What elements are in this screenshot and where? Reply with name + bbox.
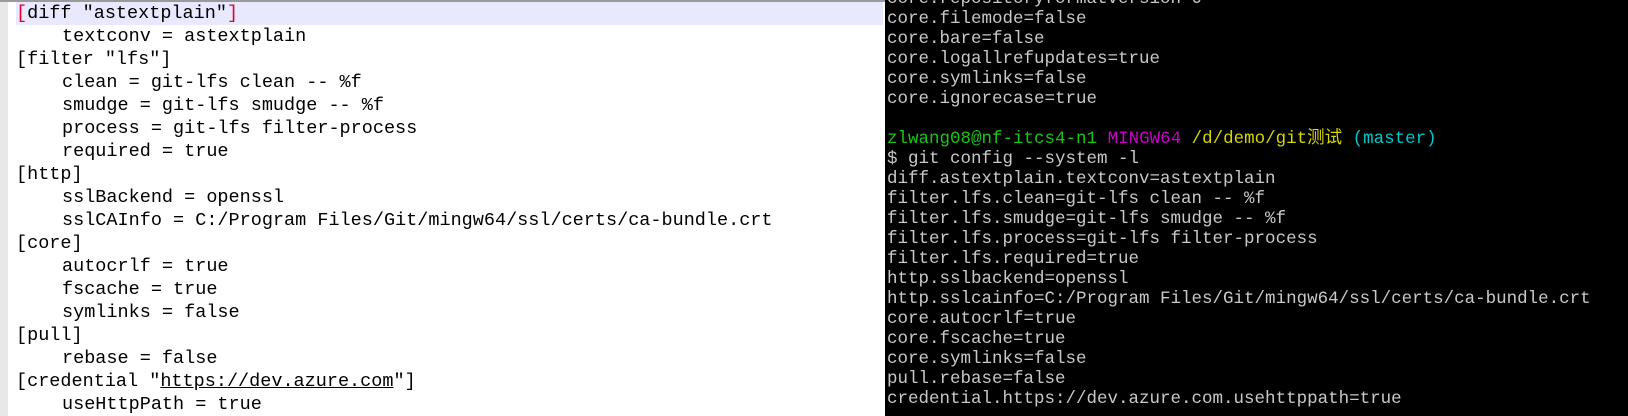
config-entry[interactable]: sslCAInfo = C:/Program Files/Git/mingw64… xyxy=(16,209,883,232)
text-editor[interactable]: [diff "astextplain"] textconv = astextpl… xyxy=(0,2,883,416)
terminal-window[interactable]: core.repositoryformatversion=0 core.file… xyxy=(885,0,1628,416)
terminal-line: pull.rebase=false xyxy=(887,369,1066,389)
terminal-output: core.repositoryformatversion=0 core.file… xyxy=(885,0,1591,409)
terminal-line: core.symlinks=false xyxy=(887,69,1087,89)
terminal-line: core.filemode=false xyxy=(887,9,1087,29)
terminal-line: core.repositoryformatversion=0 xyxy=(887,0,1591,9)
terminal-line: filter.lfs.required=true xyxy=(887,249,1140,269)
terminal-line: filter.lfs.clean=git-lfs clean -- %f xyxy=(887,189,1266,209)
terminal-line: credential.https://dev.azure.com.usehttp… xyxy=(887,389,1402,409)
terminal-line: filter.lfs.process=git-lfs filter-proces… xyxy=(887,229,1318,249)
bracket-match-close: ] xyxy=(226,3,239,24)
prompt-env: MINGW64 xyxy=(1107,129,1182,149)
config-entry[interactable]: required = true xyxy=(16,140,883,163)
config-entry[interactable]: textconv = astextplain xyxy=(16,25,883,48)
terminal-line: core.symlinks=false xyxy=(887,349,1087,369)
section-header[interactable]: [filter "lfs"] xyxy=(16,48,883,71)
config-entry[interactable]: sslBackend = openssl xyxy=(16,186,883,209)
editor-lines: [diff "astextplain"] textconv = astextpl… xyxy=(16,2,883,416)
config-entry[interactable]: clean = git-lfs clean -- %f xyxy=(16,71,883,94)
config-entry[interactable]: autocrlf = true xyxy=(16,255,883,278)
section-header[interactable]: [pull] xyxy=(16,324,883,347)
terminal-line: core.bare=false xyxy=(887,29,1045,49)
terminal-line: core.fscache=true xyxy=(887,329,1066,349)
bracket-match-open: [ xyxy=(16,3,28,24)
config-entry[interactable]: rebase = false xyxy=(16,347,883,370)
terminal-command: $ git config --system -l xyxy=(887,149,1140,169)
section-header[interactable]: [http] xyxy=(16,163,883,186)
config-entry[interactable]: symlinks = false xyxy=(16,301,883,324)
screen: [diff "astextplain"] textconv = astextpl… xyxy=(0,0,1628,416)
terminal-line: core.ignorecase=true xyxy=(887,89,1098,109)
config-entry[interactable]: fscache = true xyxy=(16,278,883,301)
url-link[interactable]: https://dev.azure.com xyxy=(160,371,393,392)
terminal-line: http.sslcainfo=C:/Program Files/Git/ming… xyxy=(887,289,1591,309)
terminal-line: http.sslbackend=openssl xyxy=(887,269,1129,289)
section-header[interactable]: [credential "https://dev.azure.com"] xyxy=(16,370,883,393)
section-header: diff "astextplain" xyxy=(27,3,227,24)
section-header[interactable]: [core] xyxy=(16,232,883,255)
terminal-prompt: zlwang08@nf-itcs4-n1 MINGW64 /d/demo/git… xyxy=(887,129,1591,149)
terminal-line: core.autocrlf=true xyxy=(887,309,1077,329)
section-suffix: "] xyxy=(393,371,416,392)
config-entry[interactable]: smudge = git-lfs smudge -- %f xyxy=(16,94,883,117)
terminal-blank-line xyxy=(887,109,1591,129)
section-prefix: [credential " xyxy=(16,371,161,392)
terminal-line: core.logallrefupdates=true xyxy=(887,49,1161,69)
prompt-branch: (master) xyxy=(1352,129,1437,149)
terminal-line: diff.astextplain.textconv=astextplain xyxy=(887,169,1276,189)
prompt-user-host: zlwang08@nf-itcs4-n1 xyxy=(887,129,1098,149)
config-entry[interactable]: process = git-lfs filter-process xyxy=(16,117,883,140)
terminal-line: filter.lfs.smudge=git-lfs smudge -- %f xyxy=(887,209,1287,229)
editor-gutter xyxy=(0,2,8,416)
prompt-path: /d/demo/git测试 xyxy=(1191,129,1343,149)
config-entry[interactable]: useHttpPath = true xyxy=(16,393,883,416)
editor-line-current[interactable]: [diff "astextplain"] xyxy=(16,2,883,25)
